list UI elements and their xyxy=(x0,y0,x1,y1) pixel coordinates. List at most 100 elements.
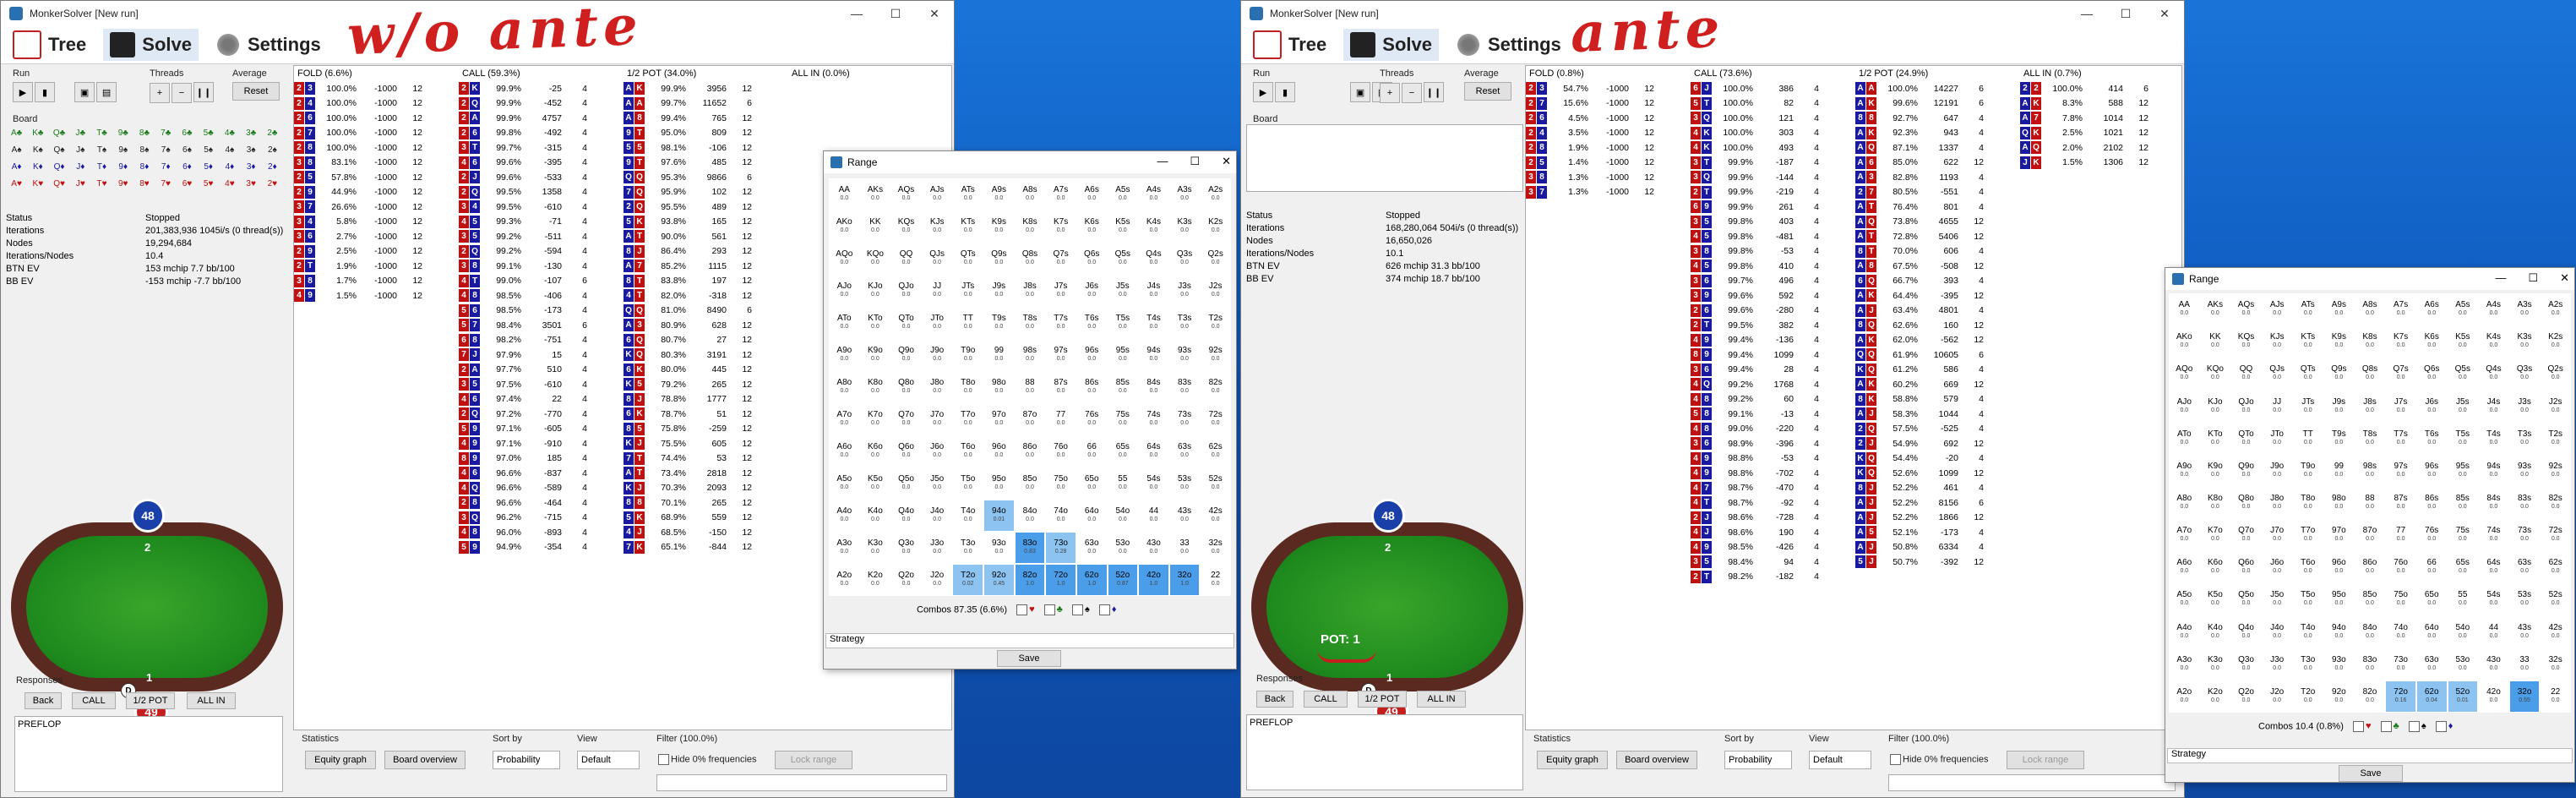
range-cell[interactable]: T4s 0.0 xyxy=(1138,307,1169,339)
call-column-row[interactable]: 5 9 94.9% -354 4 xyxy=(459,540,624,555)
range-cell[interactable]: 85o 0.0 xyxy=(2354,583,2386,616)
half-pot-column-row[interactable]: 2 Q 95.5% 489 12 xyxy=(624,200,788,215)
range-cell[interactable]: J6s 0.0 xyxy=(1076,275,1108,307)
range-cell[interactable]: K7o 0.0 xyxy=(2199,519,2231,552)
range-cell[interactable]: K3s 0.0 xyxy=(1168,210,1201,243)
save-icon[interactable]: ▣ xyxy=(74,82,95,102)
half-pot-column-row[interactable]: A J 50.8% 6334 4 xyxy=(1855,540,2020,555)
half-pot-column-row[interactable]: A 3 80.9% 628 12 xyxy=(624,318,788,333)
call-column-row[interactable]: 2 K 99.9% -25 4 xyxy=(459,81,624,96)
range-cell[interactable]: Q6s 0.0 xyxy=(1076,243,1108,275)
range-cell[interactable]: Q7s 0.0 xyxy=(1045,243,1076,275)
hide-zero-checkbox[interactable]: Hide 0% frequencies xyxy=(1890,754,1989,765)
range-cell[interactable]: Q3o 0.0 xyxy=(890,532,922,564)
range-cell[interactable]: J2s 0.0 xyxy=(1200,275,1231,307)
call-column-row[interactable]: 5 8 99.1% -13 4 xyxy=(1691,407,1855,422)
range-cell[interactable]: K2s 0.0 xyxy=(2540,325,2571,358)
half-pot-column-row[interactable]: K J 70.3% 2093 12 xyxy=(624,481,788,496)
range-cell[interactable]: A2o 0.0 xyxy=(2169,680,2200,713)
call-column-row[interactable]: 5 T 100.0% 82 4 xyxy=(1691,96,1855,112)
half-pot-column-row[interactable]: A A 100.0% 14227 6 xyxy=(1855,81,2020,96)
range-cell[interactable]: 83o 0.0 xyxy=(2354,648,2386,680)
range-cell[interactable]: 55 0.0 xyxy=(2447,583,2479,616)
range-cell[interactable]: Q2o 0.0 xyxy=(890,564,922,596)
range-cell[interactable]: T6o 0.0 xyxy=(2292,551,2324,584)
range-cell[interactable]: AJs 0.0 xyxy=(921,178,953,210)
range-cell[interactable]: Q7s 0.0 xyxy=(2385,358,2416,391)
half-pot-column-row[interactable]: A J 58.3% 1044 4 xyxy=(1855,407,2020,422)
range-cell[interactable]: 52s 0.0 xyxy=(1200,467,1231,500)
range-cell[interactable]: 76s 0.0 xyxy=(2415,519,2448,552)
range-cell[interactable]: J5s 0.0 xyxy=(1107,275,1139,307)
half-pot-column-row[interactable]: A J 63.4% 4801 4 xyxy=(1855,303,2020,319)
clubs-filter[interactable]: ♣ xyxy=(1043,604,1063,615)
range-cell[interactable]: A6o 0.0 xyxy=(829,435,860,467)
add-thread-icon[interactable]: + xyxy=(1380,82,1400,103)
call-column-row[interactable]: 2 J 98.6% -728 4 xyxy=(1691,511,1855,526)
range-cell[interactable]: Q5s 0.0 xyxy=(2447,358,2479,391)
tab-settings[interactable]: Settings xyxy=(209,29,328,61)
range-cell[interactable]: 97o 0.0 xyxy=(2323,519,2355,552)
range-cell[interactable]: Q6o 0.0 xyxy=(890,435,922,467)
range-cell[interactable]: Q4s 0.0 xyxy=(1138,243,1169,275)
range-cell[interactable]: J9s 0.0 xyxy=(2323,390,2355,423)
maximize-icon[interactable]: ☐ xyxy=(1190,155,1200,168)
range-cell[interactable]: Q8o 0.0 xyxy=(890,371,922,403)
range-cell[interactable]: 96o 0.0 xyxy=(983,435,1015,467)
range-cell[interactable]: A8o 0.0 xyxy=(829,371,860,403)
half-pot-column-row[interactable]: A 6 85.0% 622 12 xyxy=(1855,156,2020,171)
half-pot-column-row[interactable]: A T 72.8% 5406 12 xyxy=(1855,229,2020,244)
range-cell[interactable]: J6o 0.0 xyxy=(921,435,953,467)
range-cell[interactable]: T9o 0.0 xyxy=(2292,454,2324,487)
half-pot-column-row[interactable]: A 3 82.8% 1193 4 xyxy=(1855,170,2020,185)
step-icon[interactable]: ▮ xyxy=(35,82,55,102)
half-pot-column-row[interactable]: A J 52.2% 1866 12 xyxy=(1855,511,2020,526)
range-cell[interactable]: K6o 0.0 xyxy=(859,435,891,467)
range-cell[interactable]: A3s 0.0 xyxy=(2508,293,2541,326)
fold-column-row[interactable]: 2 6 100.0% -1000 12 xyxy=(294,111,459,126)
half-pot-column-row[interactable]: A K 60.2% 669 12 xyxy=(1855,377,2020,392)
half-pot-column-row[interactable]: 2 J 54.9% 692 12 xyxy=(1855,436,2020,451)
range-cell[interactable]: Q3o 0.0 xyxy=(2230,648,2262,680)
range-cell[interactable]: 93o 0.0 xyxy=(2323,648,2355,680)
call-column-row[interactable]: 2 6 99.8% -492 4 xyxy=(459,126,624,141)
range-cell[interactable]: T3o 0.0 xyxy=(952,532,984,564)
range-cell[interactable]: 74o 0.0 xyxy=(1045,500,1076,532)
call-column-row[interactable]: 4 6 97.4% 22 4 xyxy=(459,392,624,407)
minimize-icon[interactable]: — xyxy=(2495,271,2506,285)
range-cell[interactable]: 94s 0.0 xyxy=(2478,454,2509,487)
range-cell[interactable]: 72o 0.16 xyxy=(2385,680,2416,713)
range-cell[interactable]: AQo 0.0 xyxy=(2169,358,2200,391)
half-pot-column-row[interactable]: 8 5 75.8% -259 12 xyxy=(624,422,788,437)
range-cell[interactable]: AKo 0.0 xyxy=(829,210,860,243)
range-cell[interactable]: A5s 0.0 xyxy=(1107,178,1139,210)
range-cell[interactable]: KK 0.0 xyxy=(2199,325,2231,358)
range-cell[interactable]: K4s 0.0 xyxy=(2478,325,2509,358)
fold-column-row[interactable]: 2 9 2.5% -1000 12 xyxy=(294,244,459,260)
range-cell[interactable]: AQs 0.0 xyxy=(2230,293,2262,326)
range-cell[interactable]: 52o 0.01 xyxy=(2447,680,2479,713)
range-cell[interactable]: T3s 0.0 xyxy=(1168,307,1201,339)
call-column-row[interactable]: 3 Q 96.2% -715 4 xyxy=(459,511,624,526)
range-cell[interactable]: Q5o 0.0 xyxy=(2230,583,2262,616)
range-cell[interactable]: 64s 0.0 xyxy=(2478,551,2509,584)
call-column-row[interactable]: 2 T 99.9% -219 4 xyxy=(1691,185,1855,200)
range-cell[interactable]: T9s 0.0 xyxy=(983,307,1015,339)
range-cell[interactable]: 86o 0.0 xyxy=(2354,551,2386,584)
call-column-row[interactable]: 4 8 96.0% -893 4 xyxy=(459,525,624,540)
range-cell[interactable]: J9s 0.0 xyxy=(983,275,1015,307)
range-cell[interactable]: QQ 0.0 xyxy=(2230,358,2262,391)
range-cell[interactable]: 65o 0.0 xyxy=(1076,467,1108,500)
back-button[interactable]: Back xyxy=(25,692,62,709)
range-cell[interactable]: A5o 0.0 xyxy=(829,467,860,500)
range-cell[interactable]: J2s 0.0 xyxy=(2540,390,2571,423)
range-cell[interactable]: J7o 0.0 xyxy=(921,403,953,435)
range-cell[interactable]: ATs 0.0 xyxy=(952,178,984,210)
range-cell[interactable]: K8s 0.0 xyxy=(2354,325,2386,358)
range-cell[interactable]: K6s 0.0 xyxy=(2415,325,2448,358)
range-cell[interactable]: 84s 0.0 xyxy=(1138,371,1169,403)
range-cell[interactable]: A4s 0.0 xyxy=(1138,178,1169,210)
range-cell[interactable]: AKs 0.0 xyxy=(859,178,891,210)
board-card[interactable]: 4♠ xyxy=(219,141,240,158)
range-cell[interactable]: Q8s 0.0 xyxy=(1014,243,1046,275)
